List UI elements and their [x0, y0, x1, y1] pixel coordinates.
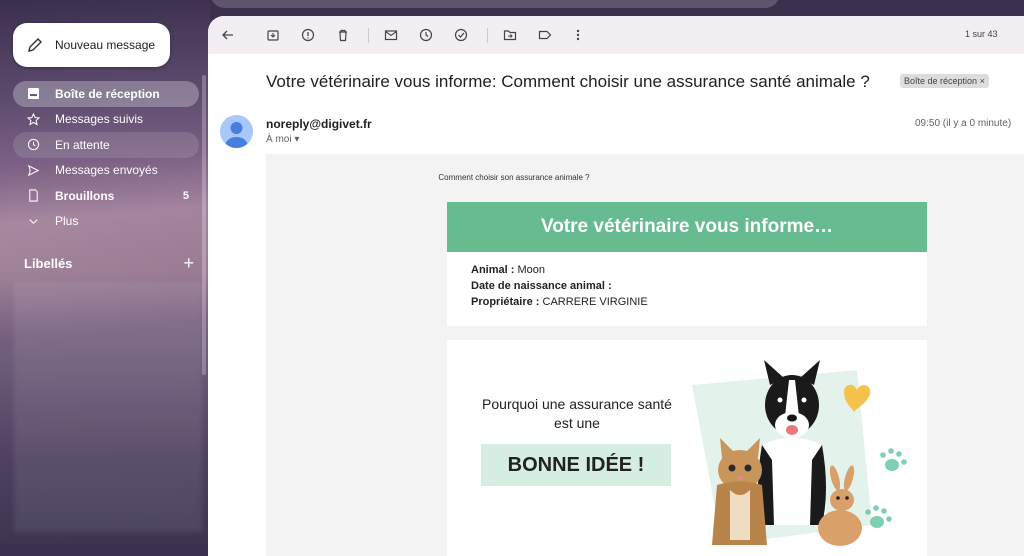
clock-icon — [26, 138, 40, 152]
sidebar-item-label: Messages suivis — [55, 112, 144, 127]
toolbar-divider — [368, 28, 369, 43]
back-arrow-icon[interactable] — [220, 27, 236, 43]
labels-title: Libellés — [24, 256, 73, 271]
caret-down-icon: ▾ — [294, 134, 300, 145]
badge-label: Boîte de réception — [904, 76, 978, 86]
sidebar-item-label: Brouillons — [55, 188, 115, 203]
animal-label: Animal : — [471, 264, 515, 276]
reading-pane: 1 sur 43 Votre vétérinaire vous informe:… — [208, 16, 1024, 556]
animal-value: Moon — [517, 264, 545, 276]
sidebar-item-sent[interactable]: Messages envoyés — [13, 158, 199, 184]
dob-label: Date de naissance animal : — [471, 280, 612, 292]
pet-info-box: Animal : Moon Date de naissance animal :… — [447, 252, 927, 326]
promo-cta[interactable]: BONNE IDÉE ! — [481, 444, 671, 486]
recipient-label: À moi — [266, 134, 292, 145]
animal-line: Animal : Moon — [471, 264, 545, 276]
promo-section: Pourquoi une assurance santé est une BON… — [447, 340, 927, 556]
report-spam-icon[interactable] — [300, 27, 316, 43]
sidebar-item-drafts[interactable]: Brouillons 5 — [13, 183, 199, 209]
inbox-icon — [26, 87, 40, 101]
recipient-dropdown[interactable]: À moi ▾ — [266, 134, 299, 145]
sidebar-item-label: Boîte de réception — [55, 86, 160, 101]
sidebar-item-label: En attente — [55, 137, 110, 152]
compose-button[interactable]: Nouveau message — [13, 23, 170, 67]
compose-label: Nouveau message — [55, 38, 156, 52]
email-preheader: Comment choisir son assurance animale ? — [438, 173, 590, 182]
more-options-icon[interactable] — [570, 27, 586, 43]
sidebar-item-more[interactable]: Plus — [13, 209, 199, 235]
drafts-count: 5 — [182, 189, 189, 202]
email-subject: Votre vétérinaire vous informe: Comment … — [266, 72, 870, 91]
label-tag-icon[interactable] — [537, 27, 553, 43]
move-to-folder-icon[interactable] — [502, 27, 518, 43]
promo-question: Pourquoi une assurance santé est une — [482, 396, 672, 431]
sidebar-item-label: Plus — [55, 214, 79, 229]
pagination-text: 1 sur 43 — [965, 29, 998, 39]
trash-icon[interactable] — [335, 27, 351, 43]
star-icon — [26, 112, 40, 126]
chevron-down-icon — [26, 214, 40, 228]
email-timestamp: 09:50 (il y a 0 minute) — [915, 118, 1012, 129]
owner-line: Propriétaire : CARRERE VIRGINIE — [471, 296, 648, 308]
email-body: Comment choisir son assurance animale ? … — [266, 154, 1024, 556]
remove-label-icon[interactable]: × — [980, 76, 985, 86]
email-banner-title: Votre vétérinaire vous informe… — [447, 202, 927, 252]
archive-icon[interactable] — [265, 27, 281, 43]
send-icon — [26, 163, 40, 177]
sidebar-item-snoozed[interactable]: En attente — [13, 132, 199, 158]
search-bar[interactable] — [210, 0, 780, 8]
sender-address[interactable]: noreply@digivet.fr — [266, 117, 372, 131]
add-label-button[interactable]: + — [183, 254, 194, 272]
pets-illustration — [692, 360, 907, 546]
mark-unread-icon[interactable] — [383, 27, 399, 43]
labels-header: Libellés + — [24, 254, 194, 272]
paw-print-icon — [880, 448, 907, 471]
pencil-icon — [28, 38, 42, 52]
sender-avatar — [220, 115, 253, 148]
owner-label: Propriétaire : — [471, 296, 540, 308]
snooze-clock-icon[interactable] — [418, 27, 434, 43]
add-task-icon[interactable] — [453, 27, 469, 43]
sidebar-nav: Boîte de réception Messages suivis En at… — [13, 81, 199, 234]
sidebar-scrollbar[interactable] — [202, 75, 206, 375]
labels-list-blurred — [14, 282, 202, 532]
toolbar-divider — [487, 28, 488, 43]
sidebar-item-starred[interactable]: Messages suivis — [13, 107, 199, 133]
inbox-label-badge[interactable]: Boîte de réception × — [900, 74, 989, 88]
sidebar-item-inbox[interactable]: Boîte de réception — [13, 81, 199, 107]
dob-line: Date de naissance animal : — [471, 280, 612, 292]
sidebar-item-label: Messages envoyés — [55, 163, 158, 178]
message-toolbar: 1 sur 43 — [208, 16, 1024, 54]
owner-value: CARRERE VIRGINIE — [542, 296, 648, 308]
draft-file-icon — [26, 189, 40, 203]
